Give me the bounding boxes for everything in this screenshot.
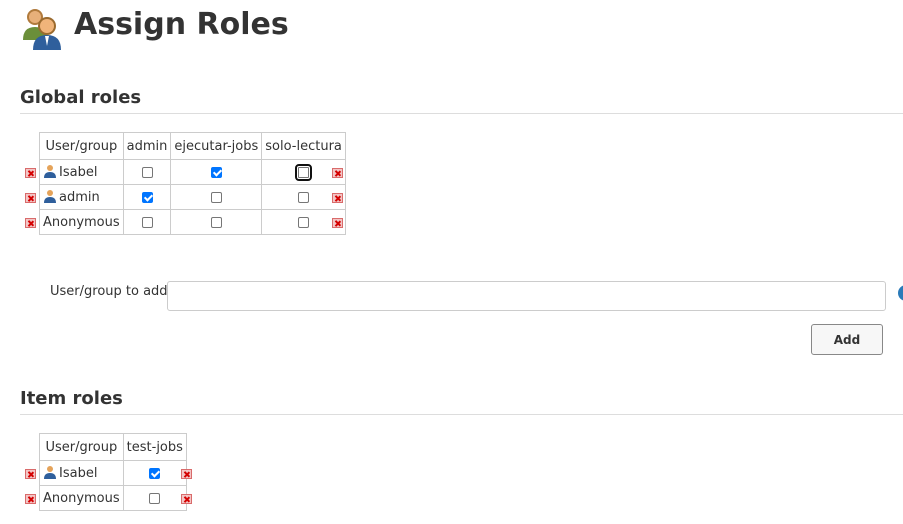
user-cell: Isabel xyxy=(39,159,124,185)
table-row: Anonymous xyxy=(39,209,346,235)
global-roles-heading: Global roles xyxy=(20,87,142,108)
role-checkbox[interactable] xyxy=(141,191,153,203)
help-icon[interactable] xyxy=(898,285,903,301)
role-cell xyxy=(170,184,263,210)
delete-row-icon[interactable] xyxy=(25,218,36,228)
user-cell: Anonymous xyxy=(39,209,124,235)
role-checkbox[interactable] xyxy=(149,467,161,479)
table-row: admin xyxy=(39,184,346,210)
user-cell: admin xyxy=(39,184,124,210)
delete-row-icon[interactable] xyxy=(181,469,192,479)
item-roles-table: User/group test-jobs Isabel Anonymous xyxy=(39,433,187,511)
role-cell xyxy=(170,159,263,185)
role-checkbox[interactable] xyxy=(298,191,310,203)
role-checkbox[interactable] xyxy=(141,166,153,178)
table-row: Isabel xyxy=(39,460,187,486)
role-cell xyxy=(122,209,172,235)
column-header-test-jobs: test-jobs xyxy=(122,433,187,461)
user-name: Isabel xyxy=(59,165,98,180)
role-cell xyxy=(170,209,263,235)
role-checkbox[interactable] xyxy=(298,216,310,228)
column-header-user-group: User/group xyxy=(39,132,124,160)
page-title: Assign Roles xyxy=(74,7,289,42)
user-name: Anonymous xyxy=(43,214,120,230)
role-checkbox[interactable] xyxy=(210,166,222,178)
role-checkbox[interactable] xyxy=(210,191,222,203)
assign-roles-users-icon xyxy=(23,9,61,50)
user-cell: Anonymous xyxy=(39,485,124,511)
role-checkbox[interactable] xyxy=(141,216,153,228)
table-row: Isabel xyxy=(39,159,346,185)
role-checkbox[interactable] xyxy=(210,216,222,228)
user-name: Isabel xyxy=(59,466,98,481)
delete-row-icon[interactable] xyxy=(25,193,36,203)
global-roles-table: User/group admin ejecutar-jobs solo-lect… xyxy=(39,132,346,235)
delete-row-icon[interactable] xyxy=(25,168,36,178)
global-roles-divider xyxy=(20,113,903,114)
role-cell xyxy=(122,184,172,210)
delete-row-icon[interactable] xyxy=(181,494,192,504)
role-cell xyxy=(122,485,187,511)
delete-row-icon[interactable] xyxy=(332,218,343,228)
role-cell xyxy=(122,159,172,185)
user-icon xyxy=(44,190,56,203)
delete-row-icon[interactable] xyxy=(25,494,36,504)
item-roles-heading: Item roles xyxy=(20,388,123,409)
delete-row-icon[interactable] xyxy=(332,193,343,203)
item-roles-divider xyxy=(20,414,903,415)
delete-row-icon[interactable] xyxy=(25,469,36,479)
user-icon xyxy=(44,466,56,479)
delete-row-icon[interactable] xyxy=(332,168,343,178)
add-user-input[interactable] xyxy=(167,281,886,311)
role-checkbox[interactable] xyxy=(149,492,161,504)
role-checkbox[interactable] xyxy=(295,163,313,181)
user-icon xyxy=(44,165,56,178)
column-header-ejecutar-jobs: ejecutar-jobs xyxy=(170,132,263,160)
column-header-solo-lectura: solo-lectura xyxy=(261,132,346,160)
user-name: admin xyxy=(59,190,100,205)
user-cell: Isabel xyxy=(39,460,124,486)
column-header-admin: admin xyxy=(122,132,172,160)
table-row: Anonymous xyxy=(39,485,187,511)
user-name: Anonymous xyxy=(43,490,120,506)
add-button[interactable]: Add xyxy=(811,324,883,355)
column-header-user-group: User/group xyxy=(39,433,124,461)
add-user-label: User/group to add xyxy=(50,284,168,299)
role-cell xyxy=(122,460,187,486)
